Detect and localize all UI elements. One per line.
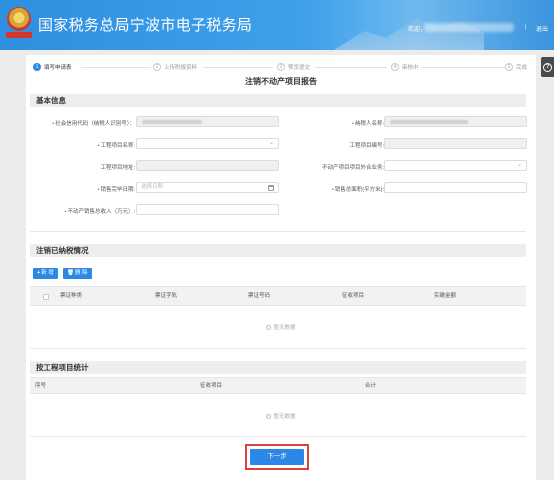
top-banner: 国家税务总局宁波市电子税务局 欢迎， | 退出 xyxy=(0,0,554,50)
delete-button[interactable]: 🗑删 除 xyxy=(63,268,92,279)
header-separator: | xyxy=(525,24,527,30)
calendar-icon xyxy=(268,185,274,191)
step-2: 2 上传附报资料 xyxy=(153,63,197,71)
next-step-button[interactable]: 下一步 xyxy=(250,449,304,465)
sale-end-date-picker[interactable]: 选择日期 xyxy=(136,182,279,193)
col-header: 票证号码 xyxy=(248,293,271,299)
masked-value xyxy=(390,120,468,124)
col-header: 合计 xyxy=(365,383,377,389)
project-name-select[interactable]: ⌄ xyxy=(136,138,279,149)
emblem-icon xyxy=(7,7,31,31)
logo-caption-band xyxy=(6,32,32,38)
col-header: 票证种类 xyxy=(60,293,83,299)
divider xyxy=(30,348,526,349)
project-type-select[interactable]: ⌄ xyxy=(384,160,527,171)
step-4: 4 审核中 xyxy=(391,63,419,71)
tax-paid-empty-state: 暂无数据 xyxy=(26,323,536,331)
col-header: 票证字轨 xyxy=(155,293,178,299)
step-5: 5 完成 xyxy=(505,63,527,71)
stats-empty-state: 暂无数据 xyxy=(26,412,536,420)
empty-text: 暂无数据 xyxy=(273,414,296,420)
step-number: 5 xyxy=(505,63,513,71)
step-connector xyxy=(81,67,151,68)
col-header: 征收项目 xyxy=(342,293,365,299)
logout-link[interactable]: 退出 xyxy=(536,24,548,33)
credit-code-field[interactable] xyxy=(136,116,279,127)
project-type-label: 不动产项目项目外合业务: xyxy=(322,163,384,171)
credit-code-label-text: 社会信用代码（纳税人识别号）： xyxy=(55,121,135,127)
credit-code-label: •社会信用代码（纳税人识别号）： xyxy=(52,119,135,127)
sale-income-field[interactable] xyxy=(136,204,279,215)
step-connector xyxy=(315,67,387,68)
required-mark: • xyxy=(352,121,354,127)
step-label: 上传附报资料 xyxy=(164,65,198,71)
add-button[interactable]: +新 增 xyxy=(33,268,58,279)
chevron-down-icon: ⌄ xyxy=(516,162,522,168)
required-mark: • xyxy=(52,121,55,127)
project-code-field[interactable] xyxy=(384,138,527,149)
form-title: 注销不动产项目报告 xyxy=(245,77,317,86)
project-name-label: •工程项目名称: xyxy=(98,141,135,149)
project-code-label: 工程项目编号: xyxy=(349,141,384,149)
project-name-label-text: 工程项目名称: xyxy=(100,143,135,149)
step-number: 4 xyxy=(391,63,399,71)
select-all-checkbox[interactable] xyxy=(43,294,49,300)
stats-table-header: 序号 征收项目 合计 xyxy=(30,377,526,394)
username-masked xyxy=(424,23,514,32)
masked-value xyxy=(142,120,202,124)
info-icon xyxy=(266,414,272,419)
sale-income-label: •不动产销售总收入（万元）: xyxy=(65,207,135,215)
step-label: 审核中 xyxy=(402,65,419,71)
help-button[interactable]: ? xyxy=(541,57,554,77)
step-number: 2 xyxy=(153,63,161,71)
step-number: 3 xyxy=(277,63,285,71)
sale-end-date-label-text: 销售完毕日期: xyxy=(100,187,135,193)
project-address-field[interactable] xyxy=(136,160,279,171)
taxpayer-name-label: •纳税人名称: xyxy=(352,119,384,127)
step-3: 3 预览提交 xyxy=(277,63,310,71)
question-icon: ? xyxy=(543,62,552,72)
tax-paid-table-header: 票证种类 票证字轨 票证号码 征收项目 实缴金额 xyxy=(30,286,526,306)
trash-icon: 🗑 xyxy=(67,270,74,276)
sale-area-label-text: 销售总面积(平方米): xyxy=(334,187,384,193)
step-number: 1 xyxy=(33,63,41,71)
sale-area-field[interactable] xyxy=(384,182,527,193)
main-card: 1 填写申请表 2 上传附报资料 3 预览提交 4 审核中 5 完成 注销不动产… xyxy=(26,55,536,480)
step-connector xyxy=(203,67,273,68)
col-header: 序号 xyxy=(35,383,47,389)
taxpayer-name-label-text: 纳税人名称: xyxy=(354,121,384,127)
divider xyxy=(30,436,526,437)
project-type-label-text: 不动产项目项目外合业务: xyxy=(321,165,384,171)
add-button-label: 新 增 xyxy=(41,270,54,276)
step-label: 填写申请表 xyxy=(44,65,72,71)
step-label: 预览提交 xyxy=(288,65,311,71)
next-button-highlight: 下一步 xyxy=(245,444,309,470)
taxpayer-name-field[interactable] xyxy=(384,116,527,127)
project-address-label-text: 工程项目地址: xyxy=(100,165,135,171)
plus-icon: + xyxy=(37,270,41,276)
tax-emblem-logo xyxy=(6,7,32,39)
col-header: 实缴金额 xyxy=(434,293,457,299)
empty-text: 暂无数据 xyxy=(273,325,296,331)
divider xyxy=(30,231,526,232)
section-basic-info-header: 基本信息 xyxy=(30,94,526,107)
sale-area-label: •销售总面积(平方米): xyxy=(332,185,384,193)
col-header: 征收项目 xyxy=(200,383,223,389)
project-code-label-text: 工程项目编号: xyxy=(349,143,384,149)
sale-end-date-label: •销售完毕日期: xyxy=(98,185,135,193)
step-label: 完成 xyxy=(516,65,528,71)
section-stats-header: 按工程项目统计 xyxy=(30,361,526,374)
delete-button-label: 删 除 xyxy=(74,270,88,276)
required-mark: • xyxy=(331,187,334,193)
date-placeholder: 选择日期 xyxy=(141,184,164,190)
step-1: 1 填写申请表 xyxy=(33,63,72,71)
site-title: 国家税务总局宁波市电子税务局 xyxy=(38,17,253,34)
section-tax-paid-header: 注销已纳税情况 xyxy=(30,244,526,257)
chevron-down-icon: ⌄ xyxy=(268,140,274,146)
info-icon xyxy=(266,325,272,330)
step-connector xyxy=(421,67,505,68)
progress-steps: 1 填写申请表 2 上传附报资料 3 预览提交 4 审核中 5 完成 xyxy=(33,63,529,75)
sale-income-label-text: 不动产销售总收入（万元）: xyxy=(67,209,135,215)
project-address-label: 工程项目地址: xyxy=(100,163,135,171)
